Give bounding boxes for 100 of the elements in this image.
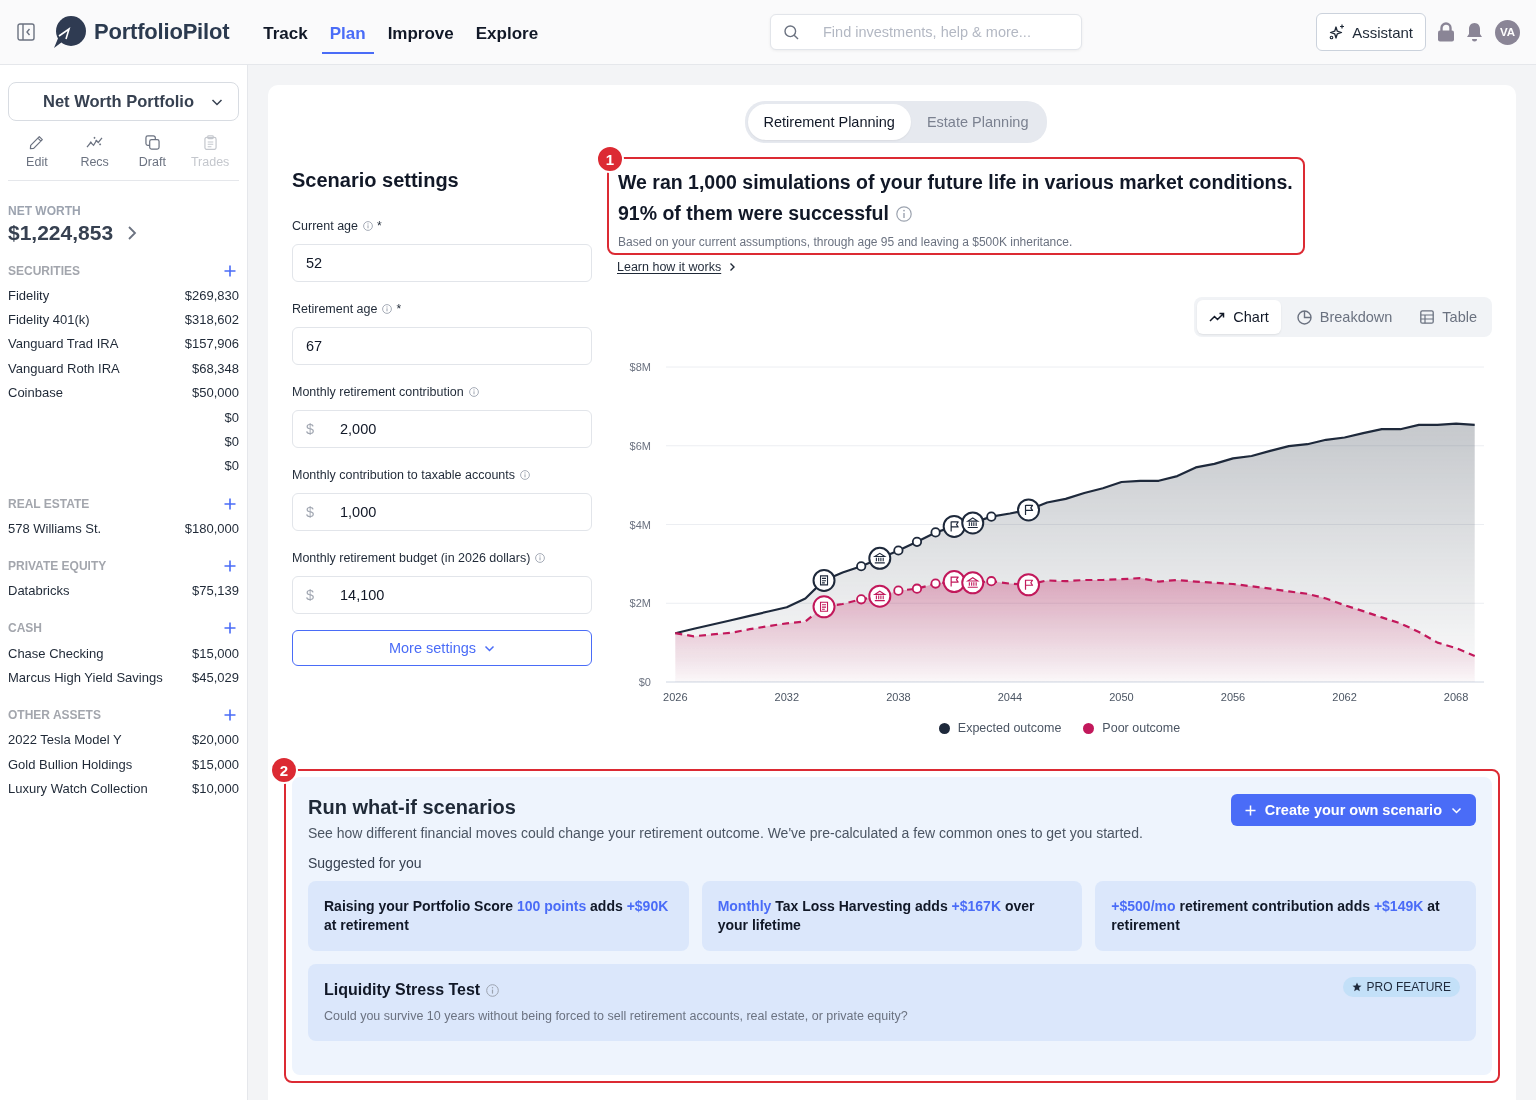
logo-text[interactable]: PortfolioPilot [94,19,230,45]
document-marker-icon[interactable] [812,595,836,619]
headline-text: We ran 1,000 simulations of your future life in various market conditions. [618,170,1293,195]
assumptions-note: Based on your current assumptions, through age 95 and leaving a $500K inheritance. [618,235,1074,249]
portfolio-selector[interactable]: Net Worth Portfolio [8,82,239,121]
info-icon[interactable] [382,304,393,314]
account-value: $50,000 [192,385,239,401]
sidebar-action-button[interactable]: Recs [65,135,124,169]
stress-test-card[interactable]: Liquidity Stress Test PRO FEATURE Could you survive 10 years without being forced to sell retirement accounts, real estate, or private equity? [308,964,1476,1041]
group-title: SECURITIES [8,263,80,278]
scenario-card[interactable]: Monthly Tax Loss Harvesting adds +$167K over your lifetime [701,881,1083,951]
account-name: 578 Williams St. [8,520,102,536]
create-scenario-button[interactable]: Create your own scenario [1230,794,1476,826]
logo-icon[interactable] [53,15,86,49]
account-value: $0 [224,409,239,425]
chevron-right-icon[interactable] [127,225,138,241]
bank-marker-icon[interactable] [961,571,985,595]
sidebar-action-button[interactable]: Edit [8,135,66,169]
info-icon[interactable] [520,470,531,480]
add-icon[interactable] [224,709,236,722]
nav-tab[interactable]: Plan [321,14,374,54]
field-label: Monthly retirement budget (in 2026 dollars) [292,551,531,565]
x-axis-label: 2032 [774,691,800,703]
field-label: Monthly retirement contribution [292,385,464,399]
section-title: Run what-if scenarios [308,796,517,819]
account-name: 2022 Tesla Model Y [8,732,122,748]
search-field[interactable]: Find investments, help & more... [770,14,1082,50]
flag-marker-icon[interactable] [1017,573,1040,597]
required-mark: * [377,219,382,233]
pencil-icon [29,135,45,150]
view-tab[interactable]: Breakdown [1284,300,1405,334]
bell-icon[interactable] [1466,22,1483,42]
y-axis-label: $2M [629,597,651,610]
more-settings-button[interactable]: More settings [292,630,592,666]
add-icon[interactable] [224,622,236,635]
circle-marker-icon [893,545,904,556]
flag-marker-icon[interactable] [1017,498,1040,522]
nav-tab[interactable]: Track [255,14,316,54]
nav-tab[interactable]: Explore [467,14,547,54]
nav-tab[interactable]: Improve [379,14,462,54]
add-icon[interactable] [224,264,236,277]
flag-marker-icon[interactable] [942,570,966,594]
input-field[interactable]: 67 [292,327,592,365]
bank-marker-icon[interactable] [868,546,892,570]
table-icon [1420,310,1435,324]
view-tab[interactable]: Chart [1197,300,1281,334]
stress-test-description: Could you survive 10 years without being forced to sell retirement accounts, real estate, or private equity? [324,1009,909,1023]
chart-line-icon [86,135,104,150]
circle-marker-icon [911,536,923,547]
plan-tab[interactable]: Retirement Planning [747,104,911,140]
add-icon[interactable] [224,497,236,510]
document-marker-icon[interactable] [812,568,836,592]
account-value: $157,906 [184,336,239,352]
bank-marker-icon[interactable] [961,511,985,535]
assistant-button[interactable]: Assistant [1316,13,1426,51]
add-icon[interactable] [224,560,236,572]
net-worth-value: $1,224,853 [8,221,114,245]
bank-marker-icon[interactable] [868,584,892,608]
scenario-card[interactable]: +$500/mo retirement contribution adds +$149K at retirement [1095,881,1476,951]
x-axis-label: 2062 [1332,691,1357,703]
y-axis-label: $6M [629,439,651,452]
input-field[interactable]: $ 14,100 [292,576,592,614]
net-worth-label: NET WORTH [8,204,82,218]
input-field[interactable]: $ 2,000 [292,410,592,448]
account-name: Vanguard Trad IRA [8,336,119,352]
account-value: $68,348 [192,360,239,376]
chevron-right-icon [729,262,737,272]
success-rate-text: 91% of them were successful [618,201,889,226]
x-axis-label: 2038 [886,691,911,703]
account-value: $269,830 [184,287,239,303]
legend-label: Poor outcome [1102,721,1181,735]
legend-label: Expected outcome [957,721,1062,735]
lock-icon[interactable] [1437,22,1455,42]
stress-test-title: Liquidity Stress Test [324,981,481,999]
info-icon[interactable] [895,205,912,222]
star-icon [1351,982,1362,992]
clipboard-icon [203,135,217,150]
group-title: REAL ESTATE [8,496,90,511]
circle-marker-icon [986,576,997,587]
learn-more-link[interactable]: Learn how it works [617,260,737,274]
input-field[interactable]: $ 1,000 [292,493,592,531]
x-axis-label: 2044 [997,691,1023,703]
info-icon[interactable] [468,387,479,397]
y-axis-label: $0 [638,676,651,688]
flag-marker-icon[interactable] [942,514,966,538]
x-axis-label: 2050 [1109,691,1134,703]
info-icon[interactable] [363,221,373,231]
account-name: Fidelity 401(k) [8,312,90,328]
user-avatar[interactable]: VA [1495,19,1520,45]
callout-number: 2 [270,756,298,784]
info-icon[interactable] [535,553,546,563]
input-field[interactable]: 52 [292,244,592,282]
scenario-card[interactable]: Raising your Portfolio Score 100 points adds +$90K at retirement [308,881,689,951]
account-value: $75,139 [192,583,239,599]
view-tab[interactable]: Table [1408,300,1489,334]
sidebar-toggle-icon[interactable] [17,23,35,41]
y-axis-label: $4M [629,518,651,531]
sidebar-action-button[interactable]: Draft [123,135,182,169]
account-value: $45,029 [192,670,239,685]
x-axis-label: 2026 [663,691,688,703]
